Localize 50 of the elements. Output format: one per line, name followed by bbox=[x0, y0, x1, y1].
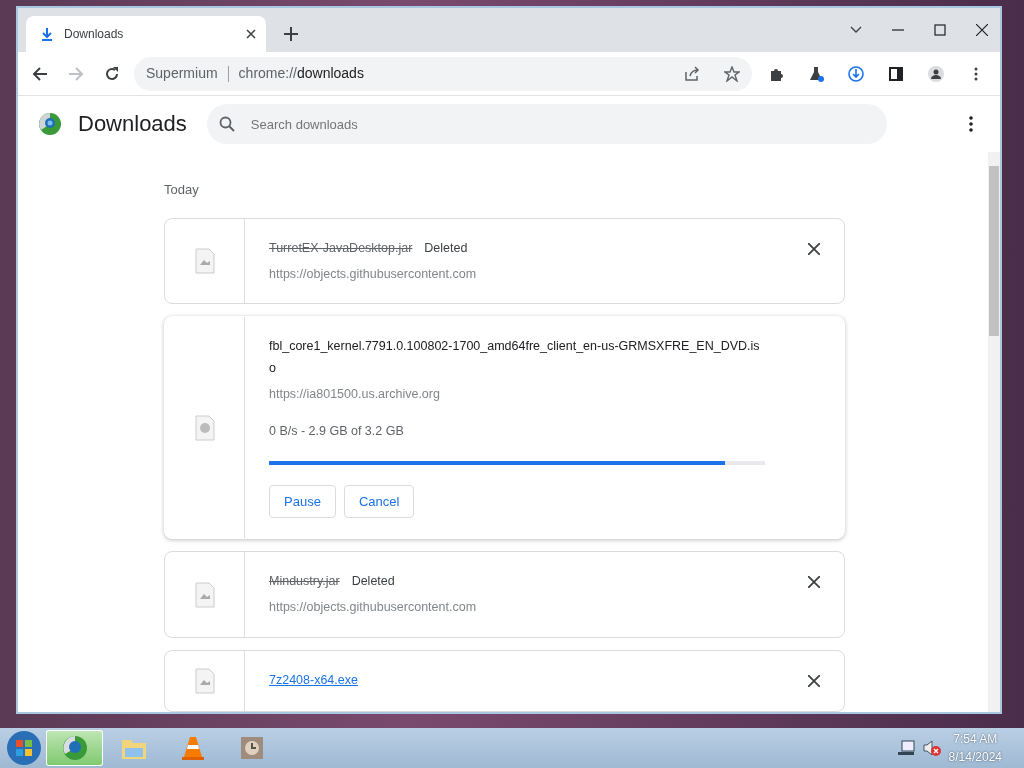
chevron-down-icon[interactable] bbox=[850, 26, 862, 34]
star-icon[interactable] bbox=[724, 65, 740, 82]
file-name: TurretEX-JavaDesktop.jar bbox=[269, 240, 413, 255]
file-icon bbox=[192, 247, 217, 274]
clock-time: 7:54 AM bbox=[952, 731, 999, 748]
taskbar-button[interactable] bbox=[46, 730, 103, 766]
action-button[interactable]: Cancel bbox=[343, 484, 415, 519]
back-icon[interactable] bbox=[32, 65, 48, 82]
progress-text: 0 B/s - 2.9 GB of 3.2 GB bbox=[269, 423, 405, 440]
source-url: https://ia801500.us.archive.org bbox=[269, 386, 441, 404]
file-name: Mindustry.jar bbox=[269, 574, 340, 589]
browser-icon bbox=[60, 734, 89, 762]
start-button[interactable] bbox=[4, 730, 44, 766]
share-icon[interactable] bbox=[684, 65, 700, 82]
side-panel-icon[interactable] bbox=[888, 65, 904, 82]
reload-icon[interactable] bbox=[104, 65, 120, 82]
network-icon[interactable] bbox=[896, 740, 915, 756]
file-icon bbox=[192, 668, 217, 694]
site-name: Supermium bbox=[146, 64, 218, 83]
source-url: https://objects.githubusercontent.com bbox=[269, 599, 478, 617]
close-icon[interactable] bbox=[246, 29, 256, 39]
status-text: Deleted bbox=[351, 574, 395, 589]
clock-date: 8/14/2024 bbox=[948, 749, 1002, 766]
address-bar[interactable]: Supermium chrome://downloads bbox=[134, 56, 752, 91]
file-icon bbox=[192, 414, 217, 441]
browser-tab[interactable]: Downloads bbox=[26, 16, 266, 52]
scrollbar[interactable] bbox=[988, 152, 1000, 712]
profile-icon[interactable] bbox=[928, 65, 944, 82]
source-url: https://objects.githubusercontent.com bbox=[269, 265, 478, 283]
close-icon[interactable] bbox=[808, 242, 820, 255]
page-title: Downloads bbox=[78, 110, 187, 138]
file-icon bbox=[192, 581, 217, 608]
volume-muted-icon[interactable] bbox=[922, 740, 941, 756]
download-icon[interactable] bbox=[848, 65, 864, 82]
close-icon[interactable] bbox=[976, 24, 988, 36]
download-icon bbox=[40, 27, 54, 41]
close-icon[interactable] bbox=[808, 576, 820, 589]
section-heading: Today bbox=[164, 181, 200, 199]
search-field[interactable]: Search downloads bbox=[206, 104, 887, 144]
browser-logo-icon bbox=[38, 112, 62, 136]
url-text: chrome://downloads bbox=[238, 64, 364, 83]
file-link[interactable]: 7z2408-x64.exe bbox=[269, 673, 358, 687]
new-tab-icon[interactable] bbox=[284, 27, 298, 41]
close-icon[interactable] bbox=[808, 675, 820, 687]
maximize-icon[interactable] bbox=[934, 24, 946, 36]
file-name: fbl_core1_kernel.7791.0.100802-1700_amd64fre_client_en-us-GRMSXFRE_EN_DVD.iso bbox=[269, 338, 761, 378]
more-icon[interactable] bbox=[968, 116, 974, 132]
action-button[interactable]: Pause bbox=[269, 484, 336, 519]
flask-icon[interactable] bbox=[808, 65, 824, 82]
status-text: Deleted bbox=[424, 240, 468, 255]
